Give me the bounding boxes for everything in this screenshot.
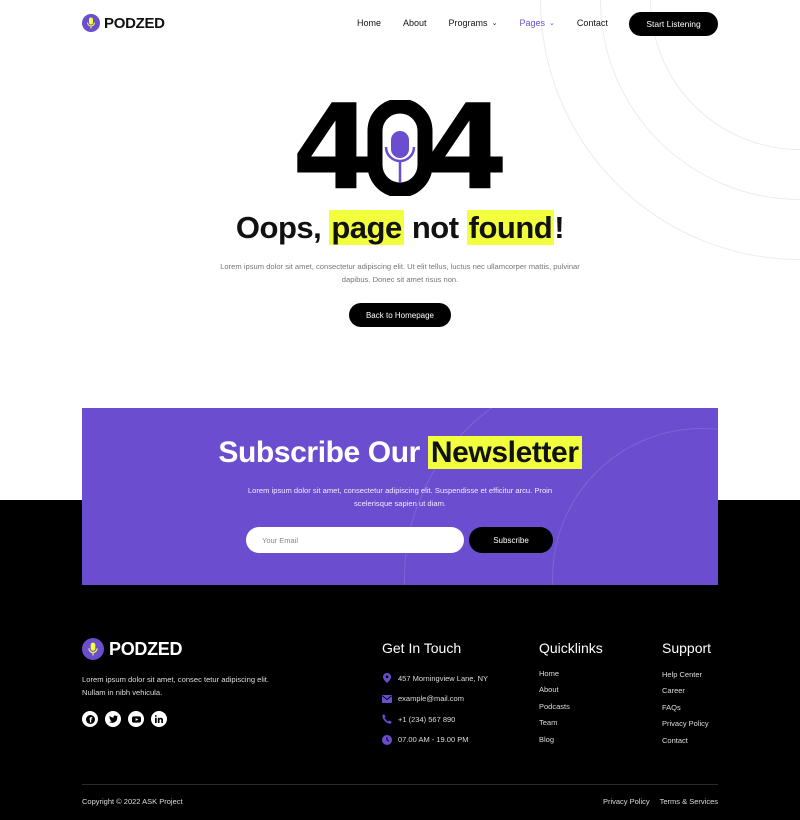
title-part: not: [403, 210, 467, 245]
nav-pages-label: Pages: [519, 18, 545, 28]
contact-hours: 07.00 AM - 19.00 PM: [382, 730, 488, 751]
quicklink-podcasts[interactable]: Podcasts: [539, 698, 570, 715]
microphone-logo-icon: [82, 638, 104, 660]
start-listening-button[interactable]: Start Listening: [629, 12, 718, 36]
newsletter-title: Subscribe Our Newsletter: [82, 436, 718, 470]
title-highlight: page: [329, 210, 404, 245]
contact-title: Get In Touch: [382, 640, 462, 656]
nav-about-label: About: [403, 18, 427, 28]
email-input[interactable]: [246, 527, 464, 553]
quicklink-home[interactable]: Home: [539, 665, 570, 682]
title-part: Oops,: [235, 210, 330, 245]
newsletter-description: Lorem ipsum dolor sit amet, consectetur …: [247, 486, 553, 508]
nav-programs-label: Programs: [448, 18, 488, 28]
location-icon: [382, 673, 392, 684]
newsletter-section: Subscribe Our Newsletter Lorem ipsum dol…: [82, 408, 718, 585]
footer-divider: [82, 784, 718, 785]
quicklink-team[interactable]: Team: [539, 715, 570, 732]
chevron-down-icon: ⌄: [548, 20, 555, 27]
linkedin-icon[interactable]: [151, 711, 167, 727]
microphone-logo-icon: [82, 14, 100, 32]
brand-name: PODZED: [104, 14, 165, 32]
youtube-icon[interactable]: [128, 711, 144, 727]
quicklink-about[interactable]: About: [539, 682, 570, 699]
contact-email-text: example@mail.com: [398, 694, 464, 704]
footer-logo[interactable]: PODZED: [82, 638, 183, 660]
clock-icon: [382, 734, 392, 745]
microphone-zero-icon: [367, 100, 433, 196]
svg-text:f: f: [89, 716, 92, 724]
contact-address-text: 457 Morningview Lane, NY: [398, 673, 489, 683]
nav-about[interactable]: About: [403, 18, 427, 28]
copyright: Copyright © 2022 ASK Project: [82, 797, 183, 806]
mail-icon: [382, 694, 392, 704]
quicklink-blog[interactable]: Blog: [539, 731, 570, 748]
error-title: Oops, page not found!: [0, 210, 800, 246]
facebook-icon[interactable]: f: [82, 711, 98, 727]
nav-contact-label: Contact: [576, 18, 608, 28]
contact-email[interactable]: example@mail.com: [382, 689, 488, 710]
nav-contact[interactable]: Contact: [577, 18, 608, 28]
newsletter-title-highlight: Newsletter: [427, 436, 582, 469]
main-nav: Home About Programs ⌄ Pages ⌄ Contact: [357, 18, 630, 28]
privacy-policy-link[interactable]: Privacy Policy: [603, 797, 650, 806]
subscribe-button[interactable]: Subscribe: [469, 527, 553, 553]
support-privacy-policy[interactable]: Privacy Policy: [662, 716, 709, 733]
error-digit-left: 4: [292, 100, 374, 196]
back-to-homepage-button[interactable]: Back to Homepage: [349, 303, 451, 327]
nav-home[interactable]: Home: [357, 18, 381, 28]
phone-icon: [382, 714, 392, 724]
nav-home-label: Home: [357, 18, 382, 28]
nav-programs[interactable]: Programs ⌄: [449, 18, 498, 28]
twitter-icon[interactable]: [105, 711, 121, 727]
error-code-404: 4 4: [292, 100, 508, 196]
title-part: !: [554, 210, 565, 245]
nav-pages[interactable]: Pages ⌄: [519, 18, 554, 28]
quicklinks-title: Quicklinks: [539, 640, 603, 656]
contact-address: 457 Morningview Lane, NY: [382, 668, 488, 689]
brand-logo[interactable]: PODZED: [82, 14, 165, 32]
support-career[interactable]: Career: [662, 683, 709, 700]
error-digit-right: 4: [426, 100, 508, 196]
chevron-down-icon: ⌄: [491, 20, 498, 27]
support-faqs[interactable]: FAQs: [662, 699, 709, 716]
footer-bottom-links: Privacy Policy Terms & Services: [603, 797, 718, 806]
support-contact[interactable]: Contact: [662, 732, 709, 749]
title-highlight: found: [466, 210, 555, 245]
site-header: PODZED Home About Programs ⌄ Pages ⌄ Conta…: [0, 0, 800, 48]
footer-description: Lorem ipsum dolor sit amet, consec tetur…: [82, 675, 269, 697]
quicklinks-list: Home About Podcasts Team Blog: [539, 665, 570, 748]
contact-hours-text: 07.00 AM - 19.00 PM: [398, 735, 469, 745]
footer-brand-name: PODZED: [109, 638, 183, 659]
contact-list: 457 Morningview Lane, NY example@mail.co…: [382, 668, 488, 750]
social-links: f: [82, 711, 167, 727]
support-list: Help Center Career FAQs Privacy Policy C…: [662, 666, 709, 749]
error-description: Lorem ipsum dolor sit amet, consectetur …: [220, 262, 580, 284]
contact-phone-text: +1 (234) 567 890: [398, 714, 456, 724]
support-help-center[interactable]: Help Center: [662, 666, 709, 683]
newsletter-title-part: Subscribe Our: [218, 436, 428, 469]
contact-phone[interactable]: +1 (234) 567 890: [382, 709, 488, 730]
terms-link[interactable]: Terms & Services: [660, 797, 718, 806]
support-title: Support: [662, 640, 712, 656]
